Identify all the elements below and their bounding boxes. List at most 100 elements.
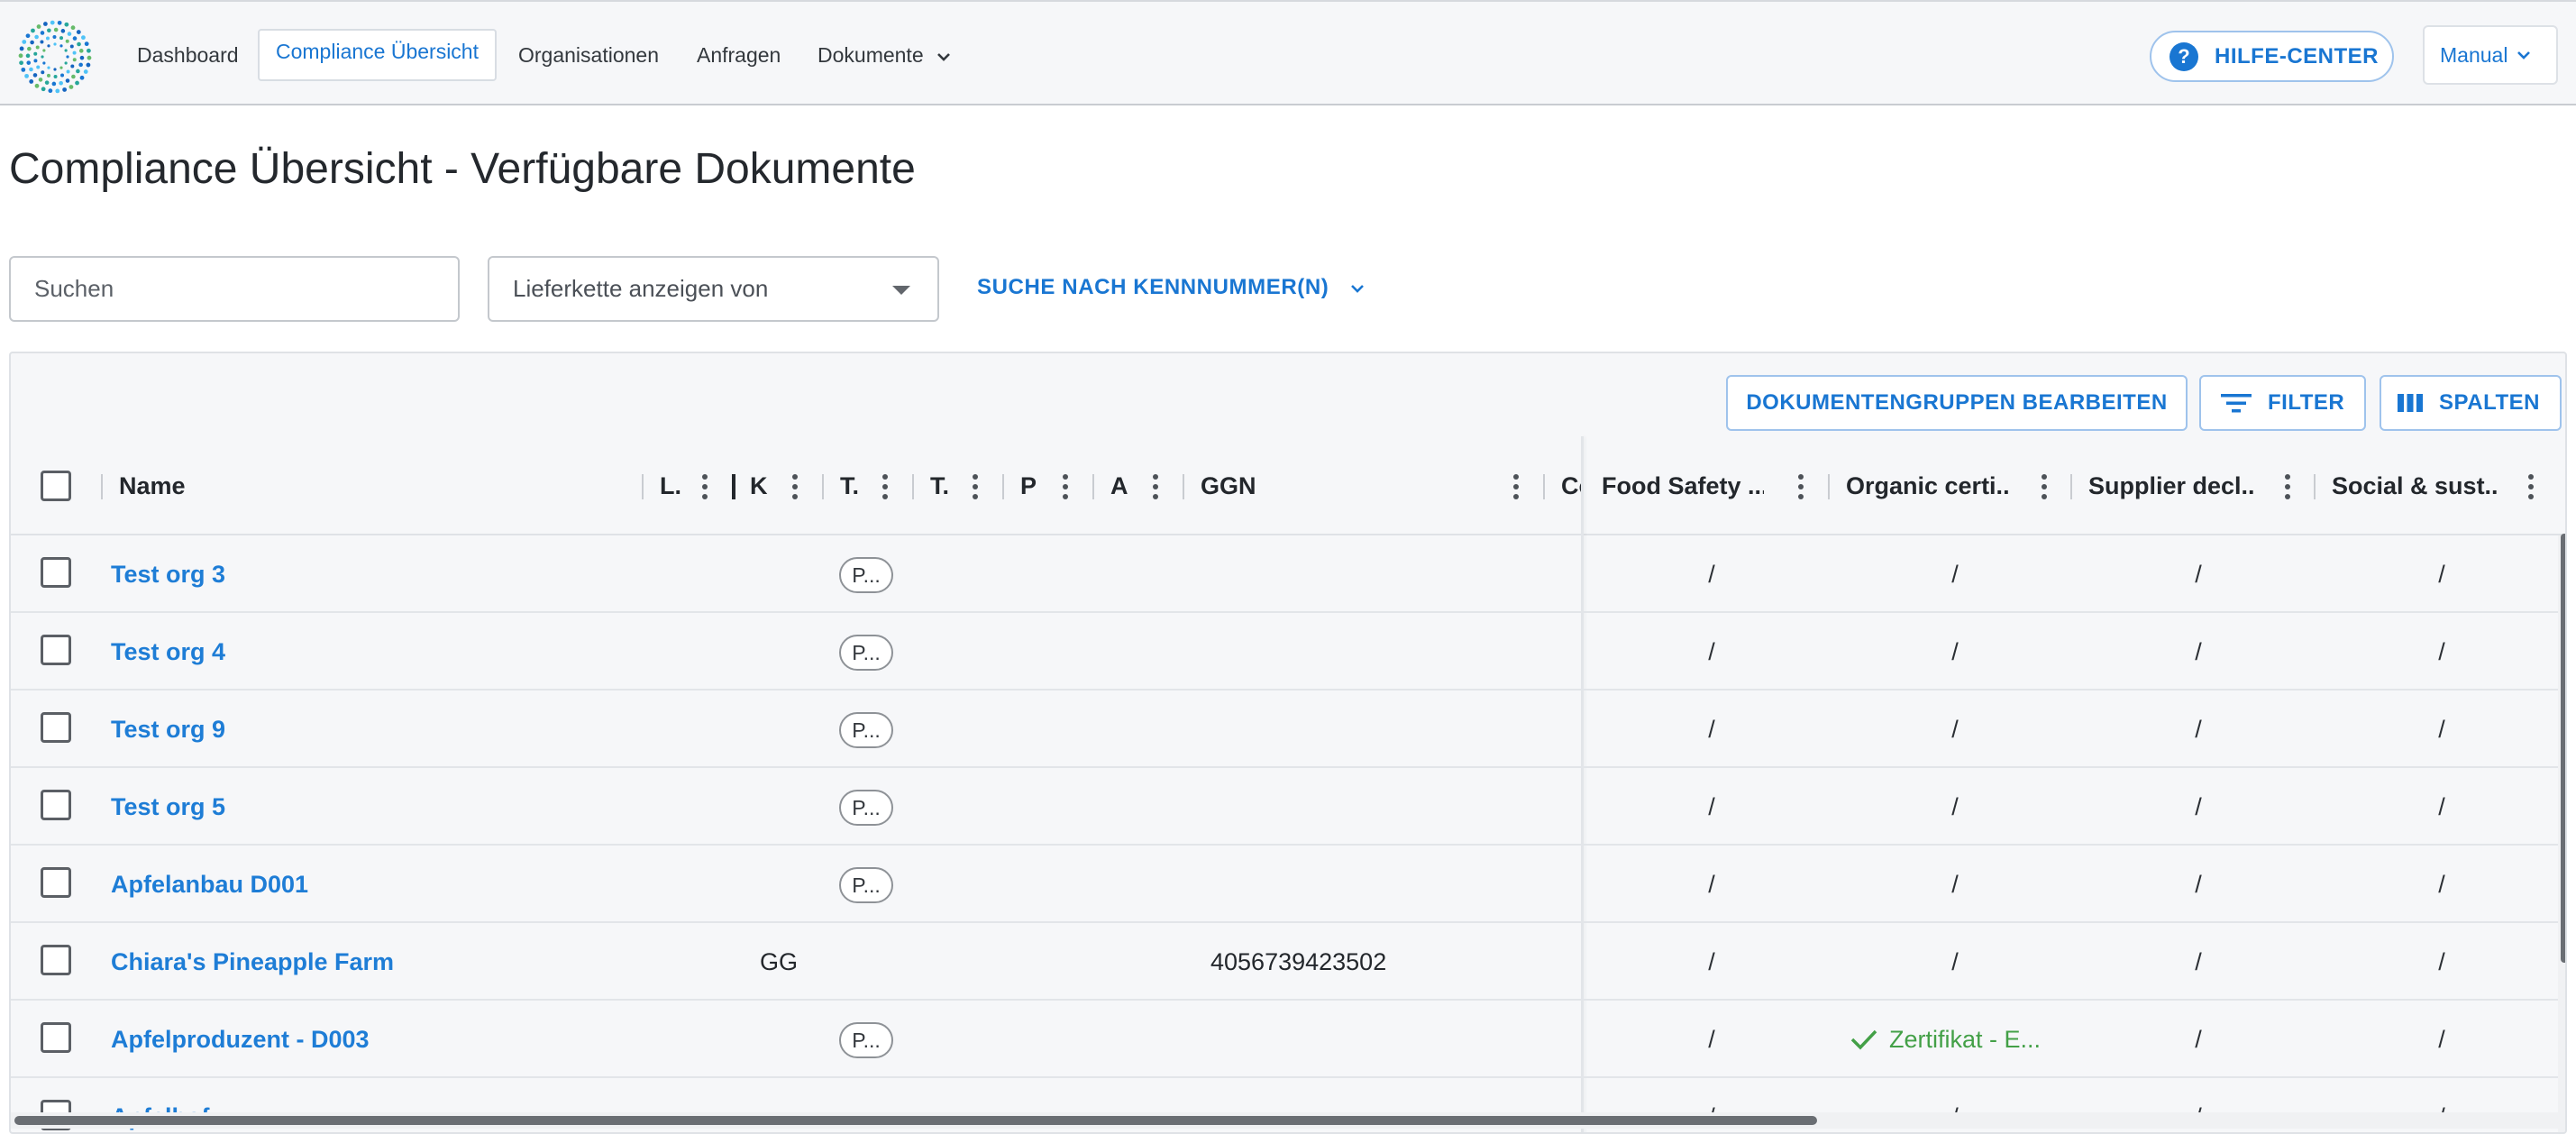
supply-chain-placeholder: Lieferkette anzeigen von <box>513 275 769 302</box>
food-safety-cell: / <box>1708 716 1715 743</box>
organic-cell: / <box>1951 793 1959 820</box>
column-menu-icon[interactable] <box>2528 474 2534 499</box>
social-sustainability-cell: / <box>2438 716 2445 743</box>
column-header-k[interactable]: K <box>750 436 773 535</box>
column-header-ggn[interactable]: GGN <box>1201 436 1309 535</box>
nav-documents-menu[interactable]: Dokumente <box>818 32 951 78</box>
organisation-name-link[interactable]: Test org 3 <box>111 535 225 613</box>
food-safety-cell: / <box>1708 638 1715 665</box>
column-separator[interactable] <box>732 474 735 499</box>
organisation-name-link[interactable]: Apfelproduzent - D003 <box>111 1001 370 1078</box>
column-menu-icon[interactable] <box>792 474 798 499</box>
column-header-name[interactable]: Name <box>119 436 344 535</box>
status-chip[interactable]: P... <box>839 712 893 748</box>
column-menu-icon[interactable] <box>702 474 708 499</box>
row-checkbox[interactable] <box>41 635 71 665</box>
filter-icon <box>2221 392 2252 414</box>
horizontal-scrollbar-thumb[interactable] <box>14 1116 1817 1125</box>
column-separator[interactable] <box>101 474 103 499</box>
organisation-name-link[interactable]: Apfelanbau D001 <box>111 846 308 923</box>
column-header-supplier[interactable]: Supplier decl... <box>2088 436 2255 535</box>
column-header-p[interactable]: P <box>1020 436 1044 535</box>
chevron-down-icon <box>937 53 950 61</box>
supply-chain-select[interactable]: Lieferkette anzeigen von <box>488 256 939 322</box>
status-chip[interactable]: P... <box>839 557 893 593</box>
table-row[interactable]: Test org 5 P... / / / / <box>11 768 2565 846</box>
status-chip[interactable]: P... <box>839 1022 893 1058</box>
table-row[interactable]: Test org 4 P... / / / / <box>11 613 2565 690</box>
table-row[interactable]: Apfelproduzent - D003 P... / Zertifikat … <box>11 1001 2565 1078</box>
column-separator[interactable] <box>1183 474 1184 499</box>
columns-button[interactable]: SPALTEN <box>2380 375 2562 431</box>
filter-button[interactable]: FILTER <box>2199 375 2366 431</box>
help-center-button[interactable]: ? HILFE-CENTER <box>2150 31 2394 82</box>
column-header-co[interactable]: Co <box>1561 436 1581 535</box>
row-checkbox[interactable] <box>41 790 71 820</box>
search-by-id-toggle[interactable]: SUCHE NACH KENNNUMMER(N) <box>977 275 1365 300</box>
help-icon: ? <box>2170 41 2198 71</box>
table-row[interactable]: Test org 3 P... / / / / <box>11 535 2565 613</box>
edit-document-groups-button[interactable]: DOKUMENTENGRUPPEN BEARBEITEN <box>1726 375 2188 431</box>
column-separator[interactable] <box>1543 474 1545 499</box>
organisation-name-link[interactable]: Test org 4 <box>111 613 225 690</box>
row-checkbox[interactable] <box>41 557 71 588</box>
row-checkbox[interactable] <box>41 945 71 975</box>
manual-dropdown-button[interactable]: Manual <box>2423 25 2558 85</box>
organic-certificate-cell[interactable]: Zertifikat - E... <box>1850 1001 2041 1078</box>
columns-label: SPALTEN <box>2439 390 2540 415</box>
select-all-checkbox[interactable] <box>41 471 71 501</box>
column-menu-icon[interactable] <box>1798 474 1804 499</box>
row-checkbox[interactable] <box>41 712 71 743</box>
nav-requests[interactable]: Anfragen <box>697 32 781 78</box>
status-chip[interactable]: P... <box>839 635 893 671</box>
column-separator[interactable] <box>2314 474 2316 499</box>
search-input[interactable] <box>9 256 460 322</box>
column-separator[interactable] <box>2070 474 2072 499</box>
page-title: Compliance Übersicht - Verfügbare Dokume… <box>9 145 916 193</box>
column-menu-icon[interactable] <box>1063 474 1068 499</box>
organic-cell: / <box>1951 948 1959 975</box>
table-row[interactable]: Chiara's Pineapple Farm GG 4056739423502… <box>11 923 2565 1001</box>
status-chip[interactable]: P... <box>839 867 893 903</box>
company-logo[interactable] <box>16 18 94 96</box>
column-menu-icon[interactable] <box>2285 474 2290 499</box>
supplier-declaration-cell: / <box>2195 638 2202 665</box>
column-header-a[interactable]: A <box>1110 436 1134 535</box>
organic-cell: / <box>1951 871 1959 898</box>
table-row[interactable]: Apfelanbau D001 P... / / / / <box>11 846 2565 923</box>
table-row[interactable]: Test org 9 P... / / / / <box>11 690 2565 768</box>
nav-organisations[interactable]: Organisationen <box>518 32 659 78</box>
organisation-name-link[interactable]: Test org 5 <box>111 768 225 846</box>
supplier-declaration-cell: / <box>2195 561 2202 588</box>
nav-dashboard[interactable]: Dashboard <box>137 32 239 78</box>
social-sustainability-cell: / <box>2438 871 2445 898</box>
column-header-t1[interactable]: T. <box>840 436 863 535</box>
column-header-social[interactable]: Social & sust... <box>2332 436 2498 535</box>
edit-document-groups-label: DOKUMENTENGRUPPEN BEARBEITEN <box>1746 390 2168 415</box>
food-safety-cell: / <box>1708 561 1715 588</box>
column-menu-icon[interactable] <box>1153 474 1158 499</box>
column-menu-icon[interactable] <box>882 474 888 499</box>
column-separator[interactable] <box>1828 474 1830 499</box>
column-separator[interactable] <box>1002 474 1004 499</box>
column-menu-icon[interactable] <box>1513 474 1519 499</box>
vertical-scrollbar-thumb[interactable] <box>2561 534 2565 963</box>
organisation-name-link[interactable]: Test org 9 <box>111 690 225 768</box>
column-header-l[interactable]: L. <box>660 436 683 535</box>
row-checkbox[interactable] <box>41 1022 71 1053</box>
column-menu-icon[interactable] <box>2042 474 2047 499</box>
column-header-t2[interactable]: T. <box>930 436 954 535</box>
organic-cell: / <box>1951 561 1959 588</box>
column-separator[interactable] <box>912 474 914 499</box>
status-chip[interactable]: P... <box>839 790 893 826</box>
column-separator[interactable] <box>822 474 824 499</box>
column-header-food-safety[interactable]: Food Safety ... <box>1602 436 1764 535</box>
column-separator[interactable] <box>642 474 644 499</box>
nav-compliance-overview[interactable]: Compliance Übersicht <box>258 29 497 81</box>
column-header-organic[interactable]: Organic certi... <box>1846 436 2008 535</box>
supplier-declaration-cell: / <box>2195 716 2202 743</box>
row-checkbox[interactable] <box>41 867 71 898</box>
column-separator[interactable] <box>1092 474 1094 499</box>
column-menu-icon[interactable] <box>973 474 978 499</box>
organisation-name-link[interactable]: Chiara's Pineapple Farm <box>111 923 394 1001</box>
